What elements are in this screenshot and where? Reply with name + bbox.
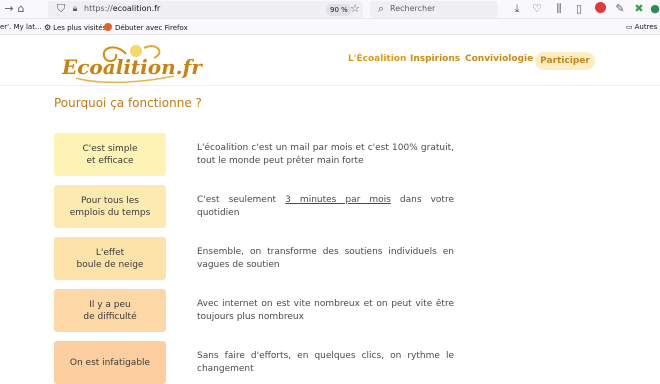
reason-description: C'est seulement 3 minutes par mois dans … (197, 195, 454, 218)
reason-description: Sans faire d'efforts, en quelques clics,… (197, 351, 454, 374)
section-title: Pourquoi ça fonctionne ? (54, 96, 202, 110)
search-placeholder: Rechercher (390, 4, 436, 13)
gear-icon: ⚙ (44, 23, 52, 32)
reason-card: On est infatigable (54, 341, 166, 384)
nav-l-ecoalition[interactable]: L'Écoalition (348, 54, 406, 64)
search-box[interactable]: ⌕ Rechercher (370, 1, 498, 18)
sidebar-icon[interactable]: ▯ (572, 2, 586, 16)
reason-card: C'est simple et efficace (54, 133, 166, 176)
extension-green-icon[interactable]: ● (648, 2, 660, 16)
bookmarks-bar: er'. My lat... ⚙ Les plus visités Débuter… (0, 19, 660, 35)
nav-inspirions[interactable]: Inspirions (410, 54, 460, 64)
search-icon: ⌕ (377, 2, 385, 15)
bookmark-item[interactable]: ⚙ Les plus visités (44, 23, 106, 32)
adblock-icon[interactable] (593, 2, 607, 16)
three-minutes-link[interactable]: 3 minutes par mois (285, 195, 391, 205)
home-icon[interactable]: ⌂ (14, 2, 28, 16)
site-logo[interactable]: Ecoalition.fr (56, 42, 202, 84)
browser-toolbar: → ⌂ ⛉ 🔒︎ https://ecoalition.fr 90 % ☆ ⌕ … (0, 0, 660, 19)
bookmark-item[interactable]: ▭ Autres (626, 23, 657, 31)
library-icon[interactable]: ⫼ (552, 2, 566, 16)
firefox-icon (104, 23, 112, 31)
reason-description: Avec internet on est vite nombreux et on… (197, 299, 454, 322)
reason-card: Pour tous les emplois du temps (54, 185, 166, 228)
download-icon[interactable]: ⤓ (510, 2, 524, 16)
url-text[interactable]: https://ecoalition.fr (84, 4, 160, 13)
bookmark-item[interactable]: er'. My lat... (0, 23, 42, 31)
shield-icon[interactable]: ⛉ (54, 2, 68, 16)
reason-card: Il y a peu de difficulté (54, 289, 166, 332)
reason-card: L'effet boule de neige (54, 237, 166, 280)
reason-description: Ensemble, on transforme des soutiens ind… (197, 247, 454, 270)
extension-x-icon[interactable]: ✖ (632, 2, 646, 16)
lock-icon[interactable]: 🔒︎ (68, 2, 82, 16)
reason-description: L'écoalition c'est un mail par mois et c… (197, 143, 454, 166)
folder-icon: ▭ (626, 23, 633, 31)
url-prefix: https:// (84, 4, 113, 13)
eyedropper-icon[interactable]: ✎ (613, 2, 627, 16)
bookmark-item[interactable]: Débuter avec Firefox (104, 23, 188, 32)
url-domain: ecoalition.fr (112, 4, 161, 13)
logo-wordmark: Ecoalition.fr (62, 55, 202, 79)
url-bar[interactable]: ⛉ 🔒︎ https://ecoalition.fr 90 % ☆ (48, 1, 363, 18)
participer-button[interactable]: Participer (535, 52, 595, 70)
nav-conviviologie[interactable]: Conviviologie (465, 54, 533, 64)
bookmark-star-icon[interactable]: ☆ (348, 2, 362, 16)
pocket-icon[interactable]: ♡ (530, 2, 544, 16)
